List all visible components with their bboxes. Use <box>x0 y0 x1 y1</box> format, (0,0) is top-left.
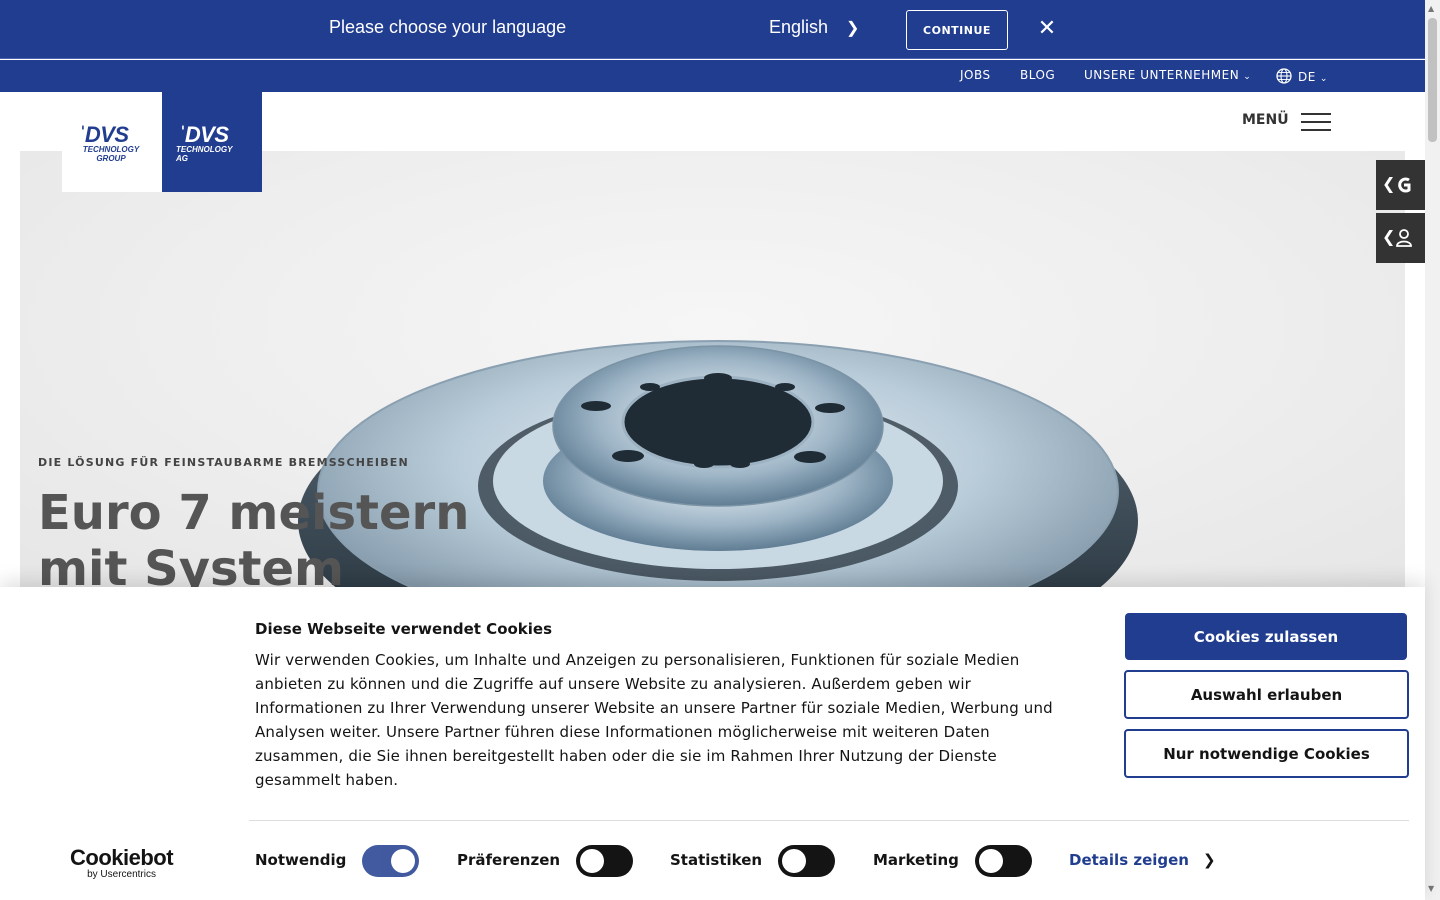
toggle-knob <box>580 849 604 873</box>
toggle-marketing[interactable] <box>975 845 1032 877</box>
menu-label[interactable]: MENÜ <box>1242 112 1289 128</box>
logo-subtitle: TECHNOLOGY GROUP <box>82 145 140 163</box>
toggle-knob <box>782 849 806 873</box>
details-label: Details zeigen <box>1069 851 1189 869</box>
nav-item-companies[interactable]: UNSERE UNTERNEHMEN ⌄ <box>1084 68 1251 82</box>
hero-title: Euro 7 meistern mit System <box>38 485 470 587</box>
scroll-up-icon[interactable]: ▲ <box>1428 4 1434 13</box>
chevron-left-icon: ❮ <box>1382 227 1396 246</box>
dvs-technology-ag-logo[interactable]: ˈDVS TECHNOLOGY AG <box>162 92 262 192</box>
side-tab-dvs[interactable]: ❮ <box>1376 160 1425 210</box>
divider <box>249 820 1409 821</box>
language-bar: Please choose your language English ❯ CON… <box>0 0 1425 59</box>
logo-c-icon: ˈ <box>178 122 185 147</box>
person-icon <box>1396 229 1412 247</box>
nav-item-jobs[interactable]: JOBS <box>960 68 991 82</box>
toggle-knob <box>979 849 1003 873</box>
toggle-statistics[interactable] <box>778 845 835 877</box>
language-prompt: Please choose your language <box>329 17 567 37</box>
allow-selection-button[interactable]: Auswahl erlauben <box>1124 670 1409 719</box>
chevron-right-icon: ❯ <box>846 20 860 37</box>
scroll-down-icon[interactable]: ▼ <box>1428 884 1434 893</box>
toggle-preferences[interactable] <box>576 845 633 877</box>
toggle-label-statistics: Statistiken <box>670 851 763 869</box>
page: Please choose your language English ❯ CON… <box>0 0 1440 900</box>
chevron-left-icon: ❮ <box>1382 174 1396 193</box>
selected-language: English <box>769 17 829 37</box>
language-switcher[interactable]: DE ⌄ <box>1276 68 1328 84</box>
side-tab-contact[interactable]: ❮ <box>1376 213 1425 263</box>
cookie-banner: Diese Webseite verwendet Cookies Wir ver… <box>0 587 1425 900</box>
continue-button[interactable]: CONTINUE <box>906 10 1008 50</box>
hamburger-icon[interactable] <box>1301 113 1331 131</box>
logo-c-icon: ˈ <box>78 122 85 147</box>
show-details-link[interactable]: Details zeigen ❯ <box>1069 851 1216 869</box>
allow-all-cookies-button[interactable]: Cookies zulassen <box>1125 613 1407 660</box>
dvs-logo-icon <box>1398 177 1411 193</box>
toggle-knob <box>391 849 415 873</box>
toggle-label-necessary: Notwendig <box>255 851 347 869</box>
close-icon[interactable]: ✕ <box>1037 17 1057 41</box>
dvs-technology-group-logo[interactable]: ˈDVS TECHNOLOGY GROUP <box>62 92 162 192</box>
cookie-title: Diese Webseite verwendet Cookies <box>255 620 553 638</box>
chevron-down-icon: ⌄ <box>1243 72 1252 82</box>
toggle-necessary[interactable] <box>362 845 419 877</box>
logo-subtitle: TECHNOLOGY AG <box>176 145 233 163</box>
toggle-label-marketing: Marketing <box>873 851 959 869</box>
language-selector[interactable]: English ❯ <box>769 17 859 38</box>
cookiebot-logo: Cookiebot by Usercentrics <box>70 845 174 880</box>
chevron-right-icon: ❯ <box>1203 851 1216 869</box>
nav-item-blog[interactable]: BLOG <box>1020 68 1055 82</box>
cookie-description: Wir verwenden Cookies, um Inhalte und An… <box>255 651 1053 789</box>
globe-icon <box>1276 68 1292 84</box>
toggle-label-preferences: Präferenzen <box>457 851 561 869</box>
hero: DIE LÖSUNG FÜR FEINSTAUBARME BREMSSCHEIB… <box>20 151 1405 587</box>
top-nav: JOBS BLOG UNSERE UNTERNEHMEN ⌄ DE ⌄ <box>0 60 1425 92</box>
cookiebot-brand: Cookiebot <box>70 845 174 870</box>
scrollbar-thumb[interactable] <box>1428 18 1437 142</box>
nav-item-companies-label: UNSERE UNTERNEHMEN <box>1084 68 1240 82</box>
hero-eyebrow: DIE LÖSUNG FÜR FEINSTAUBARME BREMSSCHEIB… <box>38 456 409 469</box>
chevron-down-icon: ⌄ <box>1319 74 1328 84</box>
language-code: DE <box>1298 70 1316 84</box>
page-scrollbar[interactable]: ▲ ▼ <box>1425 0 1440 900</box>
necessary-cookies-only-button[interactable]: Nur notwendige Cookies <box>1124 729 1409 778</box>
